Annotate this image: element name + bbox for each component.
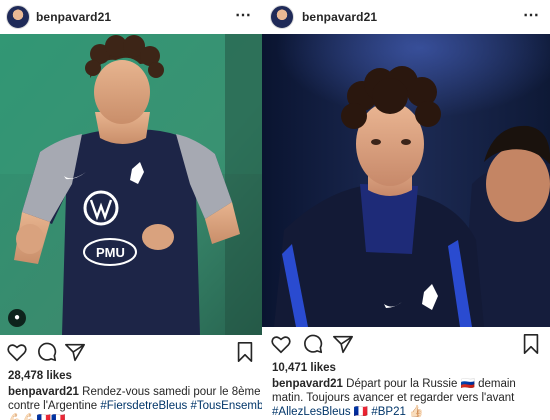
hashtag-link[interactable]: #FiersdetreBleus: [100, 400, 187, 412]
likes-count[interactable]: 28,478 likes: [8, 370, 72, 382]
post-right: benpavard21 ⋯ 10,471 likes benpavard21 D…: [262, 0, 550, 420]
comment-icon[interactable]: [302, 333, 324, 355]
comment-icon[interactable]: [36, 341, 58, 363]
caption-text: Départ pour la Russie 🇷🇺 demain: [342, 378, 516, 390]
more-options-icon[interactable]: ⋯: [523, 5, 540, 25]
hashtag-link[interactable]: #TousEnsemble: [190, 400, 262, 412]
avatar[interactable]: [6, 5, 30, 29]
caption-username[interactable]: benpavard21: [8, 386, 79, 398]
caption-text: Rendez-vous samedi pour le 8ème: [78, 386, 261, 398]
action-bar: [262, 333, 550, 359]
heart-icon[interactable]: [6, 341, 28, 363]
avatar[interactable]: [270, 5, 294, 29]
share-icon[interactable]: [64, 341, 86, 363]
caption-username[interactable]: benpavard21: [272, 378, 343, 390]
bookmark-icon[interactable]: [520, 333, 542, 355]
caption-text: 🇫🇷: [350, 406, 372, 418]
more-options-icon[interactable]: ⋯: [235, 5, 252, 25]
username[interactable]: benpavard21: [36, 10, 111, 24]
caption-text: contre l'Argentine: [8, 400, 101, 412]
post-photo[interactable]: PMU ●: [0, 34, 262, 335]
caption-emojis: 💪🏻💪🏻🇫🇷🇫🇷: [8, 414, 66, 420]
hashtag-link[interactable]: #BP21: [371, 406, 406, 418]
post-photo[interactable]: [262, 34, 550, 327]
heart-icon[interactable]: [270, 333, 292, 355]
sponsor-text: PMU: [96, 245, 125, 260]
hashtag-link[interactable]: #AllezLesBleus: [272, 406, 351, 418]
person-tag-icon[interactable]: ●: [8, 309, 26, 327]
player-running-photo: PMU: [0, 34, 262, 335]
username[interactable]: benpavard21: [302, 10, 377, 24]
bookmark-icon[interactable]: [234, 341, 256, 363]
post-header: benpavard21 ⋯: [0, 0, 262, 34]
share-icon[interactable]: [332, 333, 354, 355]
caption-emoji: 👍🏻: [405, 406, 424, 418]
post-header: benpavard21 ⋯: [262, 0, 550, 34]
caption-text: matin. Toujours avancer et regarder vers…: [272, 392, 515, 404]
post-caption: benpavard21 Rendez-vous samedi pour le 8…: [8, 385, 262, 420]
post-caption: benpavard21 Départ pour la Russie 🇷🇺 dem…: [272, 377, 546, 419]
post-left: benpavard21 ⋯ PMU ● 28,478 likes benpava…: [0, 0, 262, 420]
likes-count[interactable]: 10,471 likes: [272, 362, 336, 374]
action-bar: [0, 341, 262, 367]
player-bench-photo: [262, 34, 550, 327]
